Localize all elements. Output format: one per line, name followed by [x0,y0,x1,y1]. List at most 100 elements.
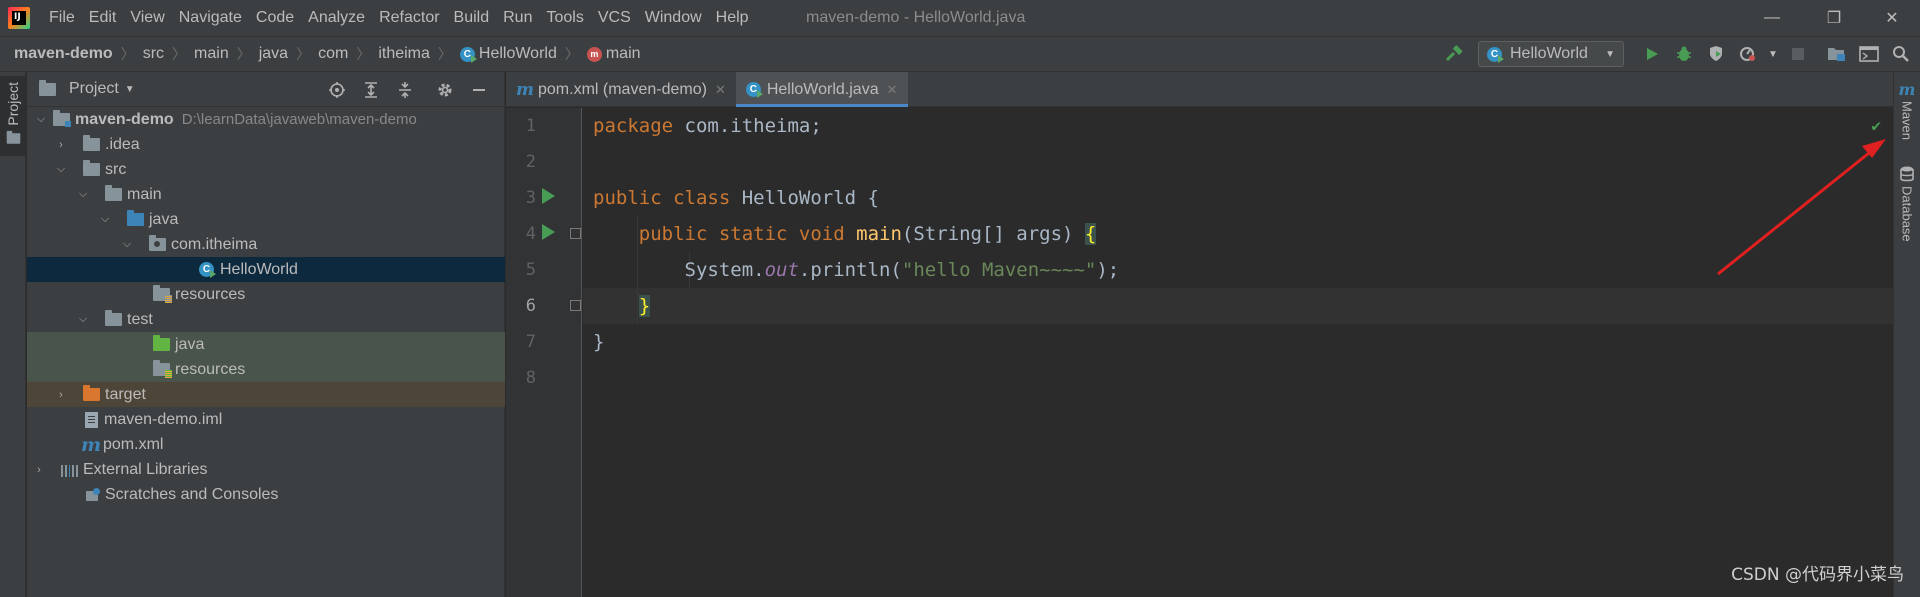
inspection-ok-icon[interactable]: ✔ [1871,116,1881,135]
maven-file-icon: m [81,433,102,456]
chevron-down-icon[interactable]: ⌵ [33,113,49,126]
coverage-icon[interactable] [1703,41,1729,67]
stop-icon[interactable] [1785,41,1811,67]
chevron-right-icon[interactable]: › [53,389,69,401]
chevron-down-icon[interactable]: ▼ [125,84,135,95]
tree-node-external-libraries[interactable]: › External Libraries [27,457,505,482]
package-icon [149,235,166,251]
run-icon[interactable] [1639,41,1665,67]
chevron-down-icon[interactable]: ⌵ [119,238,135,251]
close-button[interactable]: ✕ [1864,0,1920,36]
terminal-icon[interactable] [1856,41,1882,67]
menu-bar: IJ File Edit View Navigate Code Analyze … [0,0,1920,36]
chevron-down-icon[interactable]: ⌵ [53,163,69,176]
search-icon[interactable] [1888,41,1914,67]
menu-refactor[interactable]: Refactor [372,0,446,36]
project-structure-icon[interactable] [1824,41,1850,67]
run-gutter-icon[interactable] [542,188,555,204]
tree-node-label: java [149,210,179,228]
java-class-icon: C [459,46,477,63]
menu-vcs[interactable]: VCS [591,0,638,36]
breadcrumb-main[interactable]: main [194,45,229,63]
breadcrumb-java[interactable]: java [259,45,288,63]
tree-node-main-java[interactable]: ⌵ java [27,207,505,232]
tree-node-target[interactable]: › target [27,382,505,407]
minimize-button[interactable]: — [1744,0,1800,36]
tree-node-test-resources[interactable]: resources [27,357,505,382]
profile-icon[interactable] [1735,41,1761,67]
tree-node-pom[interactable]: m pom.xml [27,432,505,457]
menu-tools[interactable]: Tools [539,0,590,36]
run-configuration-select[interactable]: C HelloWorld ▼ [1478,41,1624,67]
database-tool-window-tab[interactable]: Database [1900,186,1915,242]
tree-node-helloworld[interactable]: C HelloWorld [27,257,505,282]
close-icon[interactable]: ✕ [715,82,726,98]
tab-label: HelloWorld.java [766,80,879,98]
tree-node-label: src [105,160,127,178]
breadcrumb-separator-icon: 〉 [564,46,579,62]
breadcrumb-itheima[interactable]: itheima [378,45,430,63]
project-tab-label: Project [5,82,21,126]
tree-node-src[interactable]: ⌵ src [27,157,505,182]
tree-node-main-resources[interactable]: resources [27,282,505,307]
hammer-icon[interactable] [1441,41,1467,67]
run-gutter-icon[interactable] [542,224,555,240]
breadcrumb-com[interactable]: com [318,45,348,63]
chevron-down-icon[interactable]: ▼ [1767,41,1779,67]
tree-node-test-java[interactable]: java [27,332,505,357]
close-icon[interactable]: ✕ [887,82,898,98]
tree-node-maven-demo[interactable]: ⌵ maven-demo D:\learnData\javaweb\maven-… [27,107,505,132]
breadcrumb-project[interactable]: maven-demo [14,45,113,63]
project-panel-tools [320,72,496,107]
breadcrumb-separator-icon: 〉 [172,46,187,62]
chevron-right-icon[interactable]: › [53,139,69,151]
debug-icon[interactable] [1671,41,1697,67]
chevron-down-icon: ▼ [1605,48,1615,60]
gear-icon[interactable] [432,77,458,103]
menu-edit[interactable]: Edit [82,0,124,36]
chevron-down-icon[interactable]: ⌵ [75,313,91,326]
line-number: 8 [525,368,536,388]
collapse-all-icon[interactable] [392,77,418,103]
hide-panel-icon[interactable] [466,77,492,103]
breadcrumb-helloworld[interactable]: C HelloWorld [459,45,557,63]
restore-button[interactable]: ❐ [1806,0,1862,36]
breadcrumb-main-method[interactable]: m main [586,45,641,63]
tree-node-scratches[interactable]: Scratches and Consoles [27,482,505,507]
chevron-down-icon[interactable]: ⌵ [97,213,113,226]
tab-helloworld-java[interactable]: C HelloWorld.java ✕ [735,72,908,107]
chevron-down-icon[interactable]: ⌵ [75,188,91,201]
menu-navigate[interactable]: Navigate [172,0,249,36]
code-editor[interactable]: package com.itheima; public class HelloW… [583,108,1893,597]
folder-icon [83,135,100,151]
tree-node-iml[interactable]: maven-demo.iml [27,407,505,432]
tree-node-package[interactable]: ⌵ com.itheima [27,232,505,257]
menu-build[interactable]: Build [447,0,497,36]
menu-file[interactable]: File [42,0,82,36]
chevron-right-icon[interactable]: › [31,464,47,476]
menu-help[interactable]: Help [709,0,756,36]
menu-view[interactable]: View [123,0,171,36]
menu-analyze[interactable]: Analyze [301,0,372,36]
breadcrumb-main-method-label: main [605,45,641,62]
project-tool-window-tab[interactable]: Project [0,76,26,156]
iml-file-icon [85,411,98,428]
project-panel-title[interactable]: Project [69,80,119,98]
expand-all-icon[interactable] [358,77,384,103]
tree-node-main[interactable]: ⌵ main [27,182,505,207]
tree-node-idea[interactable]: › .idea [27,132,505,157]
maven-tool-window-tab[interactable]: Maven [1900,101,1915,140]
menu-window[interactable]: Window [638,0,709,36]
project-path: D:\learnData\javaweb\maven-demo [181,111,417,128]
fold-icon[interactable] [570,228,581,239]
tree-node-test[interactable]: ⌵ test [27,307,505,332]
editor-tab-bar: m pom.xml (maven-demo) ✕ C HelloWorld.ja… [506,72,1893,107]
editor-gutter[interactable]: 1 2 3 4 5 6 7 8 [506,108,582,597]
tab-pom-xml[interactable]: m pom.xml (maven-demo) ✕ [506,72,736,107]
locate-file-icon[interactable] [324,77,350,103]
menu-run[interactable]: Run [496,0,539,36]
breadcrumb-src[interactable]: src [143,45,164,63]
fold-icon[interactable] [570,300,581,311]
menu-code[interactable]: Code [249,0,301,36]
test-source-folder-icon [153,335,170,351]
